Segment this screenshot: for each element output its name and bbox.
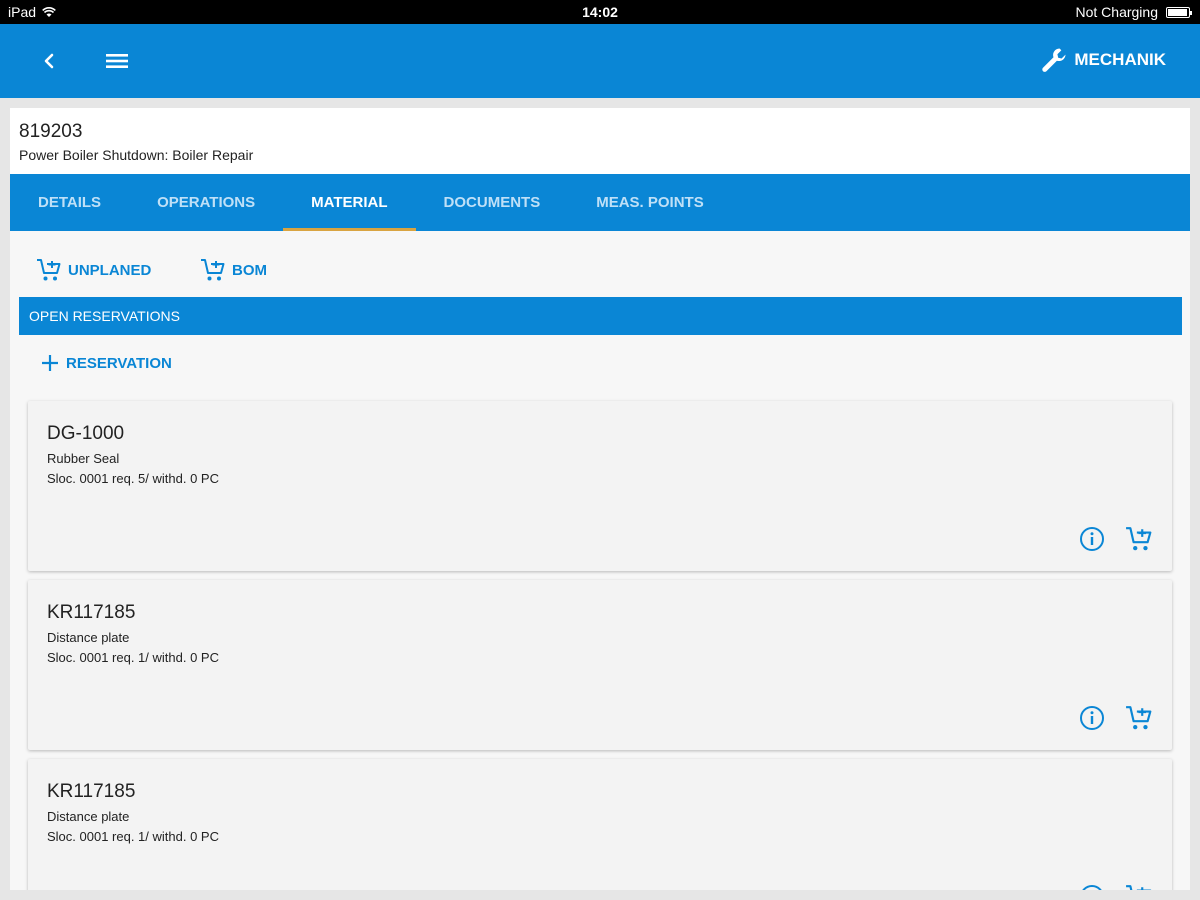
menu-button[interactable] (103, 46, 131, 76)
app-bar: MECHANIK (0, 24, 1200, 98)
tab-details[interactable]: DETAILS (10, 174, 129, 231)
unplaned-label: UNPLANED (68, 261, 152, 279)
material-name: Distance plate (47, 630, 130, 645)
add-reservation-label: RESERVATION (66, 354, 172, 372)
cart-add-icon (1126, 706, 1152, 730)
back-button[interactable] (36, 46, 64, 76)
material-id: DG-1000 (47, 423, 125, 444)
tab-operations[interactable]: OPERATIONS (129, 174, 283, 231)
charging-status: Not Charging (1075, 4, 1159, 20)
withdraw-button[interactable] (1125, 704, 1153, 732)
clock: 14:02 (582, 4, 618, 20)
info-button[interactable] (1079, 884, 1105, 890)
info-button[interactable] (1079, 705, 1105, 731)
wrench-icon (1042, 48, 1066, 72)
add-reservation-button[interactable]: RESERVATION (40, 353, 172, 373)
material-quantity: Sloc. 0001 req. 1/ withd. 0 PC (47, 650, 219, 665)
cart-add-icon (1126, 885, 1152, 890)
reservation-card[interactable]: KR117185 Distance plate Sloc. 0001 req. … (28, 759, 1172, 890)
material-id: KR117185 (47, 602, 136, 623)
material-name: Rubber Seal (47, 451, 120, 466)
cart-add-icon (1126, 527, 1152, 551)
cart-add-icon (37, 259, 61, 281)
cart-add-icon (201, 259, 225, 281)
material-quantity: Sloc. 0001 req. 1/ withd. 0 PC (47, 829, 219, 844)
tab-bar: DETAILS OPERATIONS MATERIAL DOCUMENTS ME… (10, 174, 1190, 231)
withdraw-button[interactable] (1125, 883, 1153, 890)
status-bar: iPad 14:02 Not Charging (0, 0, 1200, 24)
withdraw-button[interactable] (1125, 525, 1153, 553)
role-label: MECHANIK (1074, 50, 1166, 69)
plus-icon (42, 355, 58, 371)
tab-material[interactable]: MATERIAL (283, 174, 416, 231)
material-content: UNPLANED BOM OPEN RESERVATIONS RESERVATI… (10, 231, 1190, 890)
hamburger-icon (106, 54, 128, 68)
status-right: Not Charging (1075, 4, 1192, 20)
info-icon (1082, 885, 1102, 890)
battery-icon (1166, 6, 1192, 18)
reservation-card[interactable]: DG-1000 Rubber Seal Sloc. 0001 req. 5/ w… (28, 401, 1172, 571)
material-name: Distance plate (47, 809, 130, 824)
info-icon (1080, 706, 1104, 730)
material-quantity: Sloc. 0001 req. 5/ withd. 0 PC (47, 471, 219, 486)
open-reservations-header: OPEN RESERVATIONS (19, 297, 1182, 335)
role-button[interactable]: MECHANIK (1040, 46, 1166, 74)
order-number: 819203 (19, 121, 83, 142)
tab-meas-points[interactable]: MEAS. POINTS (568, 174, 732, 231)
order-header: 819203 Power Boiler Shutdown: Boiler Rep… (10, 108, 1190, 174)
material-id: KR117185 (47, 781, 136, 802)
order-description: Power Boiler Shutdown: Boiler Repair (19, 147, 254, 163)
bom-label: BOM (232, 261, 267, 279)
info-button[interactable] (1079, 526, 1105, 552)
info-icon (1080, 527, 1104, 551)
unplaned-button[interactable]: UNPLANED (36, 257, 151, 283)
bom-button[interactable]: BOM (200, 257, 267, 283)
chevron-left-icon (44, 53, 54, 69)
tab-documents[interactable]: DOCUMENTS (416, 174, 569, 231)
reservation-card[interactable]: KR117185 Distance plate Sloc. 0001 req. … (28, 580, 1172, 750)
